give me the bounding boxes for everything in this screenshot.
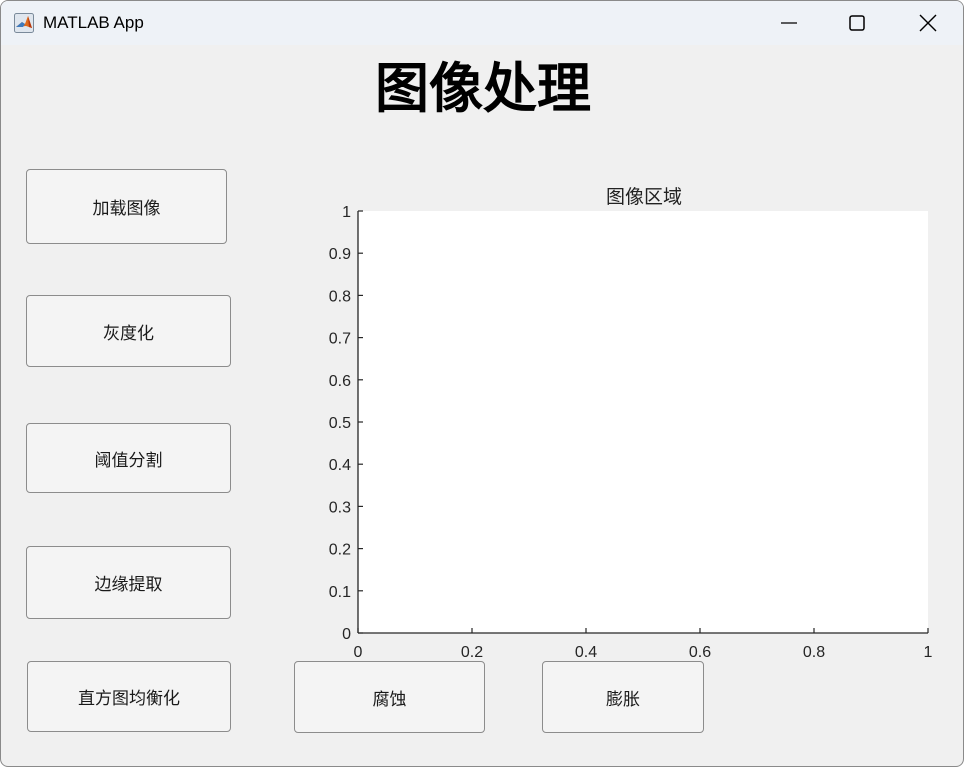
matlab-membrane-icon	[14, 13, 34, 33]
y-tick-label: 0.8	[329, 288, 351, 305]
y-tick-label: 0.1	[329, 584, 351, 601]
x-tick-label: 1	[924, 644, 933, 661]
threshold-segmentation-button[interactable]: 阈值分割	[26, 423, 231, 493]
minimize-icon	[781, 22, 797, 24]
close-button[interactable]	[906, 7, 950, 39]
minimize-button[interactable]	[767, 7, 811, 39]
maximize-icon	[849, 15, 865, 31]
y-tick-label: 0	[342, 626, 351, 643]
x-tick-label: 0	[354, 644, 363, 661]
window-title: MATLAB App	[43, 13, 144, 32]
load-image-button[interactable]: 加载图像	[26, 169, 227, 244]
page-title: 图像处理	[375, 57, 591, 120]
title-bar[interactable]: MATLAB App	[1, 1, 963, 45]
x-tick-label: 0.2	[461, 644, 483, 661]
x-tick-label: 0.6	[689, 644, 711, 661]
edge-extraction-button[interactable]: 边缘提取	[26, 546, 231, 619]
app-window: MATLAB App 图像处理 加载图像 灰度化 阈值分割 边缘提取 直方图均衡…	[0, 0, 964, 767]
close-icon	[919, 14, 937, 32]
y-tick-label: 0.3	[329, 499, 351, 516]
grayscale-button[interactable]: 灰度化	[26, 295, 231, 367]
histogram-equalization-button[interactable]: 直方图均衡化	[27, 661, 231, 732]
axis-ticks: 0 0.2 0.4 0.6 0.8 1 0 0.1 0.2 0.3 0.4 0.5 0.6 0.7 0.8 0…	[329, 204, 933, 661]
x-tick-label: 0.8	[803, 644, 825, 661]
maximize-button[interactable]	[835, 7, 879, 39]
dilation-button[interactable]: 膨胀	[542, 661, 704, 733]
axes-title: 图像区域	[605, 186, 682, 208]
y-tick-label: 0.5	[329, 415, 351, 432]
y-tick-label: 0.4	[329, 457, 351, 474]
x-tick-label: 0.4	[575, 644, 597, 661]
y-tick-label: 0.6	[329, 373, 351, 390]
plot-area	[358, 211, 928, 633]
y-tick-label: 0.9	[329, 246, 351, 263]
y-tick-label: 0.2	[329, 542, 351, 559]
y-tick-label: 0.7	[329, 331, 351, 348]
erosion-button[interactable]: 腐蚀	[294, 661, 485, 733]
y-tick-label: 1	[342, 204, 351, 221]
